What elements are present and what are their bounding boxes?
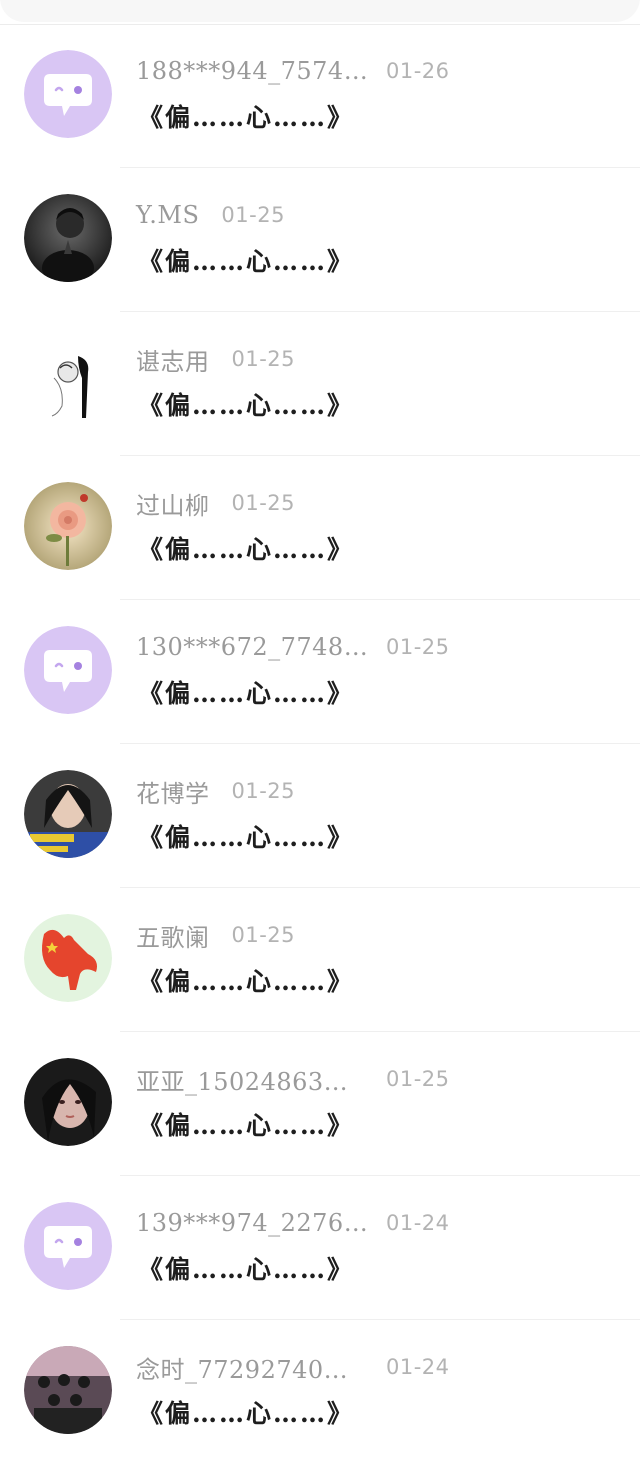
user-avatar[interactable] (24, 338, 112, 426)
comment-text: 《偏……心……》 (138, 247, 355, 276)
list-item[interactable]: 五歌阑 01-25 《偏……心……》 (0, 888, 640, 1032)
comment-date: 01-25 (231, 779, 296, 803)
comment-date: 01-25 (231, 491, 296, 515)
comment-date: 01-25 (231, 923, 296, 947)
comment-date: 01-25 (386, 1067, 450, 1091)
user-avatar[interactable] (24, 914, 112, 1002)
user-avatar[interactable] (24, 194, 112, 282)
list-item[interactable]: 139***974_2276… 01-24 《偏……心……》 (0, 1176, 640, 1320)
list-item[interactable]: 188***944_7574… 01-26 《偏……心……》 (0, 24, 640, 168)
list-item[interactable]: 亚亚_15024863… 01-25 《偏……心……》 (0, 1032, 640, 1176)
comment-text: 《偏……心……》 (138, 967, 355, 996)
search-bar-edge[interactable] (0, 0, 640, 22)
user-avatar[interactable] (24, 770, 112, 858)
comment-text: 《偏……心……》 (138, 1111, 355, 1140)
user-name[interactable]: 谌志用 (136, 342, 210, 377)
comment-text: 《偏……心……》 (138, 823, 355, 852)
default-avatar-icon[interactable] (24, 626, 112, 714)
user-name[interactable]: 亚亚_15024863… (136, 1062, 386, 1097)
default-avatar-icon[interactable] (24, 1202, 112, 1290)
comment-date: 01-25 (231, 347, 296, 371)
user-avatar[interactable] (24, 1058, 112, 1146)
top-search-bar (0, 0, 640, 25)
comment-text: 《偏……心……》 (138, 391, 355, 420)
comment-text: 《偏……心……》 (138, 1399, 355, 1428)
comment-text: 《偏……心……》 (138, 103, 355, 132)
user-avatar[interactable] (24, 482, 112, 570)
list-item[interactable]: 130***672_7748… 01-25 《偏……心……》 (0, 600, 640, 744)
user-name[interactable]: 139***974_2276… (136, 1209, 386, 1237)
comment-date: 01-24 (386, 1211, 450, 1235)
list-item[interactable]: 谌志用 01-25 《偏……心……》 (0, 312, 640, 456)
list-item[interactable]: 念时_77292740… 01-24 《偏……心……》 (0, 1320, 640, 1464)
user-name[interactable]: 过山柳 (136, 486, 210, 521)
user-name[interactable]: 花博学 (136, 774, 210, 809)
comment-date: 01-25 (221, 203, 285, 227)
user-name[interactable]: 念时_77292740… (136, 1350, 386, 1385)
user-name[interactable]: Y.MS (136, 201, 199, 229)
list-item[interactable]: Y.MS 01-25 《偏……心……》 (0, 168, 640, 312)
user-name[interactable]: 130***672_7748… (136, 633, 386, 661)
user-name[interactable]: 五歌阑 (136, 918, 210, 953)
comment-date: 01-25 (386, 635, 450, 659)
comment-text: 《偏……心……》 (138, 535, 355, 564)
user-avatar[interactable] (24, 1346, 112, 1434)
comment-date: 01-24 (386, 1355, 450, 1379)
comment-date: 01-26 (386, 59, 450, 83)
list-item[interactable]: 过山柳 01-25 《偏……心……》 (0, 456, 640, 600)
comment-list: 188***944_7574… 01-26 《偏……心……》 Y.MS 01-2… (0, 24, 640, 1464)
comment-text: 《偏……心……》 (138, 679, 355, 708)
comment-text: 《偏……心……》 (138, 1255, 355, 1284)
default-avatar-icon[interactable] (24, 50, 112, 138)
user-name[interactable]: 188***944_7574… (136, 57, 386, 85)
list-item[interactable]: 花博学 01-25 《偏……心……》 (0, 744, 640, 888)
